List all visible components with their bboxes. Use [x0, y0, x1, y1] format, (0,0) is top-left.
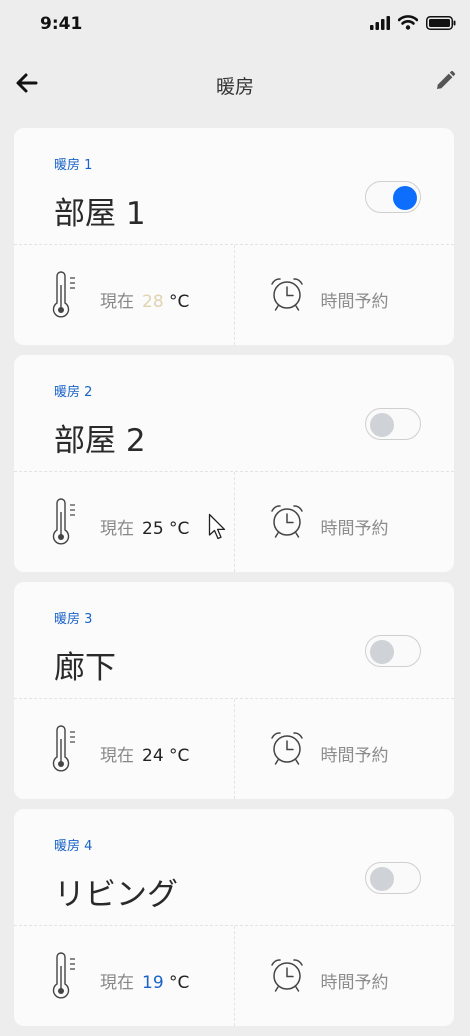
heater-card[interactable]: 暖房 2 部屋 2 現在 25 °C 時間予約 — [14, 355, 454, 572]
power-toggle[interactable] — [365, 635, 421, 667]
toggle-knob — [370, 413, 394, 437]
power-toggle[interactable] — [365, 408, 421, 440]
room-name: 廊下 — [54, 650, 116, 686]
battery-icon — [426, 15, 456, 30]
current-label: 現在 — [100, 746, 134, 766]
current-label: 現在 — [100, 292, 134, 312]
current-temperature[interactable]: 現在 24 °C — [14, 699, 235, 799]
thermometer-icon — [52, 271, 75, 318]
current-temperature[interactable]: 現在 19 °C — [14, 926, 235, 1026]
toggle-knob — [393, 186, 417, 210]
signal-icon — [370, 15, 390, 30]
alarm-clock-icon — [270, 278, 303, 311]
room-name: 部屋 1 — [54, 196, 146, 232]
status-icons — [370, 15, 456, 30]
current-temperature[interactable]: 現在 28 °C — [14, 245, 235, 345]
temperature-value: 25 — [142, 519, 164, 539]
schedule-button[interactable]: 時間予約 — [235, 245, 455, 345]
power-toggle[interactable] — [365, 181, 421, 213]
schedule-label: 時間予約 — [320, 973, 389, 993]
toggle-knob — [370, 867, 394, 891]
room-name: 部屋 2 — [54, 423, 146, 459]
schedule-label: 時間予約 — [320, 746, 389, 766]
thermometer-icon — [52, 498, 75, 545]
current-label: 現在 — [100, 519, 134, 539]
temperature-value: 19 — [142, 973, 164, 993]
wifi-icon — [398, 15, 418, 30]
heater-label: 暖房 3 — [54, 612, 93, 627]
schedule-label: 時間予約 — [320, 292, 389, 312]
temperature-unit: °C — [169, 973, 190, 993]
schedule-button[interactable]: 時間予約 — [235, 699, 455, 799]
current-label: 現在 — [100, 973, 134, 993]
app-header: 暖房 — [0, 52, 470, 116]
thermometer-icon — [52, 725, 75, 772]
heater-card[interactable]: 暖房 3 廊下 現在 24 °C 時間予約 — [14, 582, 454, 799]
temperature-unit: °C — [169, 519, 190, 539]
schedule-button[interactable]: 時間予約 — [235, 472, 455, 572]
pencil-icon — [437, 70, 456, 89]
heater-label: 暖房 2 — [54, 385, 93, 400]
status-time: 9:41 — [40, 14, 83, 34]
heater-list: 暖房 1 部屋 1 現在 28 °C 時間予約 暖房 2 部屋 2 現在 25 … — [14, 128, 454, 1036]
thermometer-icon — [52, 952, 75, 999]
temperature-unit: °C — [169, 292, 190, 312]
status-bar: 9:41 — [0, 0, 470, 52]
temperature-unit: °C — [169, 746, 190, 766]
room-name: リビング — [54, 877, 178, 913]
heater-label: 暖房 4 — [54, 839, 93, 854]
power-toggle[interactable] — [365, 862, 421, 894]
alarm-clock-icon — [270, 505, 303, 538]
schedule-button[interactable]: 時間予約 — [235, 926, 455, 1026]
temperature-value: 24 — [142, 746, 164, 766]
toggle-knob — [370, 640, 394, 664]
heater-card[interactable]: 暖房 4 リビング 現在 19 °C 時間予約 — [14, 809, 454, 1026]
current-temperature[interactable]: 現在 25 °C — [14, 472, 235, 572]
schedule-label: 時間予約 — [320, 519, 389, 539]
temperature-value: 28 — [142, 292, 164, 312]
edit-button[interactable] — [434, 70, 456, 92]
alarm-clock-icon — [270, 732, 303, 765]
alarm-clock-icon — [270, 959, 303, 992]
heater-card[interactable]: 暖房 1 部屋 1 現在 28 °C 時間予約 — [14, 128, 454, 345]
heater-label: 暖房 1 — [54, 158, 93, 173]
page-title: 暖房 — [215, 76, 254, 98]
